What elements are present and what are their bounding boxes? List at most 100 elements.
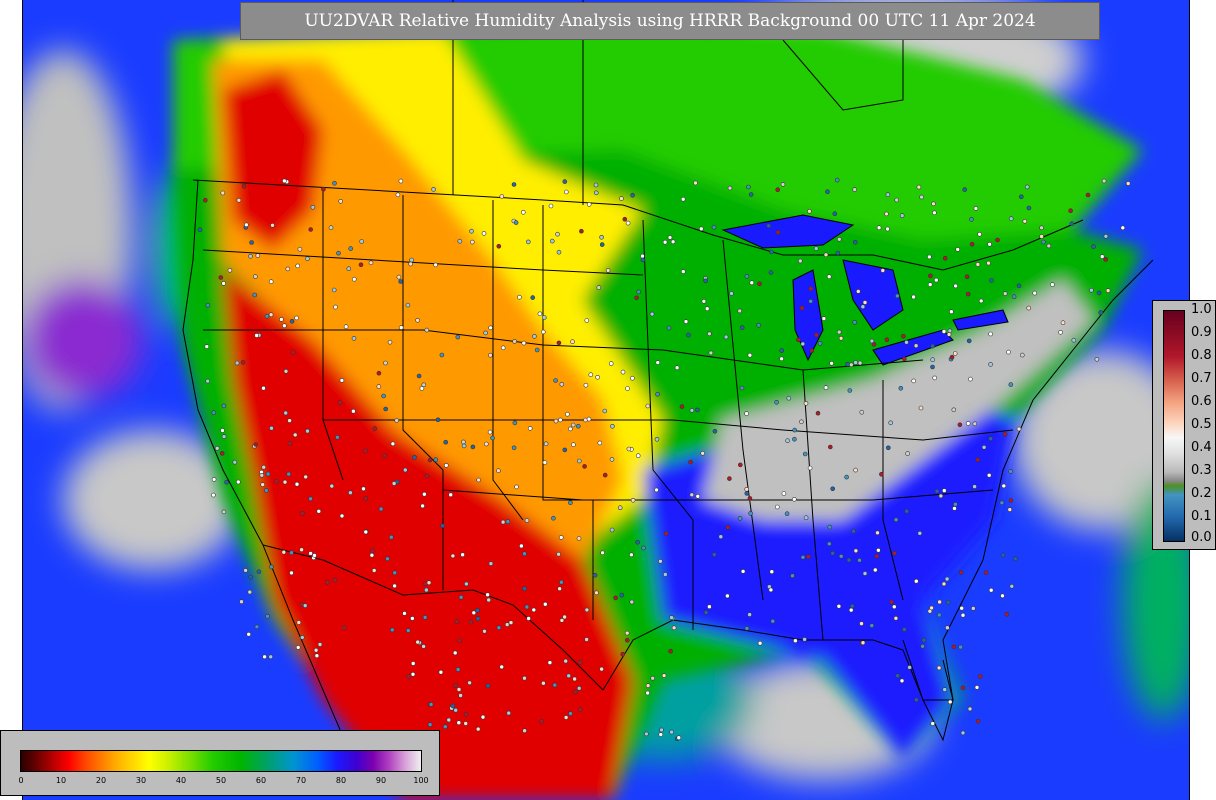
station-dot-icon — [289, 550, 294, 556]
station-dot-icon — [605, 268, 611, 273]
station-dot-icon — [932, 210, 937, 216]
station-dot-icon — [797, 258, 803, 264]
station-dot-icon — [802, 451, 808, 457]
station-dot-icon — [289, 318, 295, 324]
station-dot-icon — [658, 732, 664, 737]
station-dot-icon — [792, 427, 798, 433]
station-dot-icon — [261, 464, 266, 470]
station-dot-icon — [359, 239, 365, 244]
station-dot-icon — [406, 674, 411, 679]
station-dot-icon — [829, 360, 834, 366]
station-dot-icon — [500, 519, 506, 525]
station-dot-icon — [255, 253, 261, 258]
station-dot-icon — [461, 443, 467, 449]
station-dot-icon — [748, 511, 753, 516]
station-dot-icon — [499, 664, 505, 670]
station-dot-icon — [919, 194, 924, 200]
station-dot-icon — [348, 246, 354, 251]
station-dot-icon — [931, 201, 936, 207]
station-dot-icon — [563, 715, 569, 720]
station-dot-icon — [698, 226, 704, 232]
station-dot-icon — [525, 239, 531, 245]
station-dot-icon — [593, 182, 599, 188]
station-dot-icon — [1016, 426, 1022, 432]
station-dot-icon — [853, 467, 858, 473]
station-dot-icon — [895, 673, 901, 679]
station-dot-icon — [324, 579, 330, 585]
station-dot-icon — [562, 614, 567, 620]
rh-tick-label: 10 — [55, 776, 67, 785]
station-dot-icon — [370, 548, 375, 554]
station-dot-icon — [911, 378, 917, 384]
station-dot-icon — [901, 333, 906, 339]
station-dot-icon — [453, 683, 459, 688]
station-dot-icon — [799, 305, 805, 311]
station-dot-icon — [737, 462, 743, 468]
inc-tick-label: 0.1 — [1191, 509, 1212, 524]
station-dot-icon — [1060, 320, 1066, 326]
station-dot-icon — [966, 338, 972, 344]
station-dot-icon — [305, 428, 310, 434]
station-dot-icon — [747, 496, 753, 501]
station-dot-icon — [964, 274, 970, 280]
station-dot-icon — [562, 179, 568, 184]
station-dot-icon — [481, 231, 487, 236]
station-dot-icon — [670, 239, 676, 245]
station-dot-icon — [1125, 181, 1131, 186]
station-dot-icon — [624, 637, 630, 643]
station-dot-icon — [986, 472, 992, 478]
station-dot-icon — [440, 523, 445, 529]
station-dot-icon — [1058, 329, 1063, 335]
station-dot-icon — [983, 570, 989, 575]
station-dot-icon — [974, 685, 980, 690]
station-dot-icon — [308, 551, 313, 556]
station-dot-icon — [343, 324, 349, 330]
station-dot-icon — [959, 605, 965, 611]
station-dot-icon — [514, 484, 519, 490]
station-dot-icon — [845, 361, 850, 367]
station-dot-icon — [634, 295, 639, 301]
station-dot-icon — [727, 185, 733, 191]
station-dot-icon — [1085, 192, 1091, 198]
station-dot-icon — [689, 408, 695, 413]
station-dot-icon — [471, 610, 477, 616]
station-dot-icon — [527, 426, 533, 431]
station-dot-icon — [563, 189, 569, 195]
station-dot-icon — [363, 529, 369, 535]
station-dot-icon — [476, 477, 481, 483]
station-dot-icon — [945, 599, 951, 605]
station-dot-icon — [464, 581, 469, 587]
station-dot-icon — [246, 631, 251, 637]
station-dot-icon — [240, 360, 246, 365]
rh-color-scale — [20, 750, 422, 772]
station-dot-icon — [619, 196, 624, 201]
station-dot-icon — [658, 558, 663, 564]
station-dot-icon — [1039, 225, 1044, 231]
station-dot-icon — [600, 550, 605, 556]
station-dot-icon — [1006, 349, 1011, 355]
station-dot-icon — [650, 675, 656, 681]
station-dot-icon — [884, 337, 890, 343]
station-dot-icon — [522, 551, 527, 557]
station-dot-icon — [390, 441, 396, 447]
station-dot-icon — [791, 496, 797, 502]
station-dot-icon — [526, 616, 531, 621]
station-dot-icon — [398, 279, 404, 284]
station-dot-icon — [814, 332, 819, 338]
station-dot-icon — [541, 315, 547, 320]
station-dot-icon — [559, 381, 565, 387]
station-dot-icon — [671, 625, 677, 631]
station-dot-icon — [308, 227, 314, 232]
station-dot-icon — [1009, 583, 1015, 589]
station-dot-icon — [1069, 221, 1075, 226]
rh-tick-label: 40 — [175, 776, 187, 785]
station-dot-icon — [748, 192, 754, 197]
inc-tick-label: 0.6 — [1191, 394, 1212, 409]
station-dot-icon — [972, 421, 978, 427]
station-dot-icon — [932, 375, 938, 381]
station-dot-icon — [524, 518, 530, 523]
rh-tick-label: 0 — [18, 776, 24, 785]
station-dot-icon — [383, 360, 388, 366]
station-dot-icon — [1050, 282, 1055, 287]
station-dot-icon — [336, 250, 341, 256]
